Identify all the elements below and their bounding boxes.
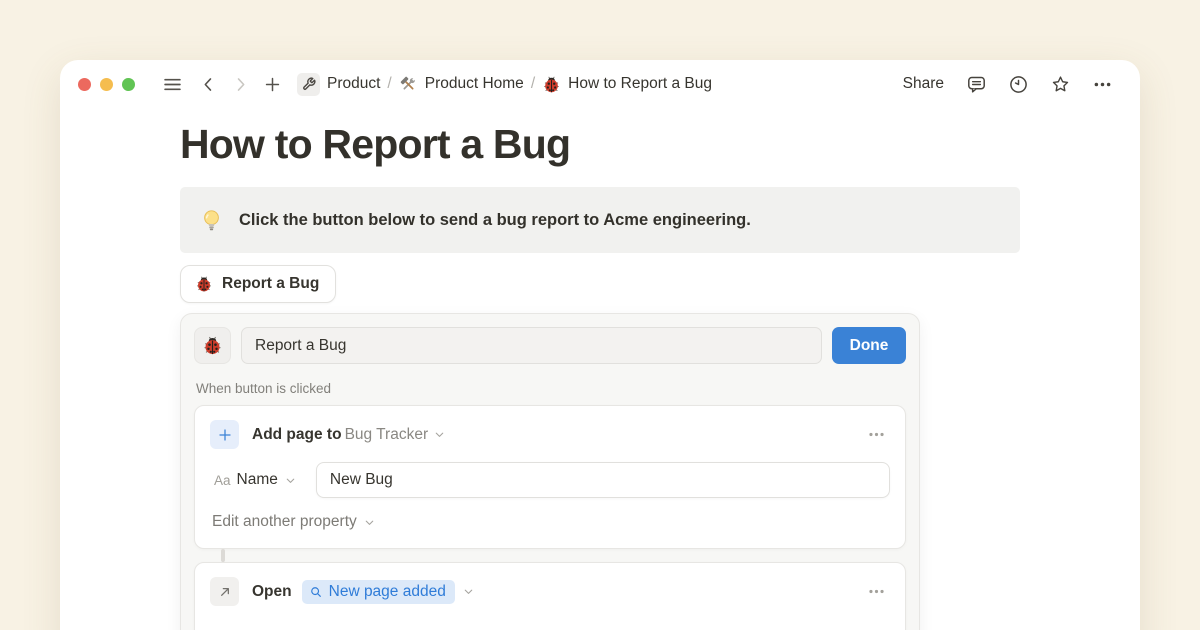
page-title: How to Report a Bug [180, 121, 1020, 168]
close-window-button[interactable] [78, 78, 91, 91]
maximize-window-button[interactable] [122, 78, 135, 91]
titlebar-actions: Share [897, 69, 1118, 99]
back-button[interactable] [195, 71, 221, 97]
breadcrumb: Product / Product Home / How to Report a… [293, 71, 716, 98]
button-editor-panel: Done When button is clicked Add page to … [180, 313, 920, 630]
ladybug-icon [542, 75, 561, 94]
favorite-star-icon[interactable] [1044, 69, 1076, 99]
open-target-label: New page added [329, 583, 446, 601]
open-arrow-icon [210, 577, 239, 606]
property-name: Name [237, 471, 278, 489]
breadcrumb-label: Product [327, 75, 380, 93]
trigger-label: When button is clicked [196, 381, 904, 396]
breadcrumb-item-current-page[interactable]: How to Report a Bug [538, 73, 716, 96]
database-select[interactable]: Bug Tracker [342, 424, 450, 446]
button-icon-picker[interactable] [194, 327, 231, 364]
open-page-step-row: Open New page added [210, 577, 890, 606]
comments-icon[interactable] [960, 69, 992, 99]
hammer-wrench-icon [399, 75, 418, 94]
report-bug-button-label: Report a Bug [222, 275, 319, 293]
step-connector [221, 549, 225, 562]
breadcrumb-separator: / [531, 75, 535, 93]
property-value-input[interactable] [316, 462, 890, 498]
edit-another-property-label: Edit another property [212, 513, 357, 531]
updates-clock-icon[interactable] [1002, 69, 1034, 99]
text-property-type-icon: Aa [214, 473, 231, 488]
search-icon [309, 585, 323, 599]
ladybug-icon [202, 335, 223, 356]
property-row: Aa Name [210, 462, 890, 498]
step-action-label: Add page to [252, 426, 342, 444]
ladybug-icon [195, 275, 213, 293]
page-content: How to Report a Bug Click the button bel… [60, 121, 1140, 630]
chevron-down-icon [433, 428, 446, 441]
window-titlebar: Product / Product Home / How to Report a… [60, 60, 1140, 108]
done-button[interactable]: Done [832, 327, 906, 364]
edit-another-property-button[interactable]: Edit another property [212, 513, 376, 531]
step-action-label: Open [252, 583, 292, 601]
database-name: Bug Tracker [345, 426, 429, 444]
add-page-plus-icon [210, 420, 239, 449]
callout-block: Click the button below to send a bug rep… [180, 187, 1020, 253]
window-controls [78, 78, 135, 91]
open-target-select[interactable]: New page added [302, 580, 455, 604]
new-page-icon[interactable] [259, 71, 285, 97]
step-more-options-icon[interactable] [862, 424, 890, 446]
sidebar-toggle-icon[interactable] [159, 71, 185, 97]
breadcrumb-separator: / [387, 75, 391, 93]
notion-window: Product / Product Home / How to Report a… [60, 60, 1140, 630]
chevron-down-icon [462, 585, 475, 598]
wrench-icon [297, 73, 320, 96]
chevron-down-icon [284, 474, 297, 487]
lightbulb-icon [199, 208, 224, 233]
add-page-step-card: Add page to Bug Tracker Aa Name [194, 405, 906, 549]
add-page-step-row: Add page to Bug Tracker [210, 420, 890, 449]
chevron-down-icon [363, 516, 376, 529]
more-options-icon[interactable] [1086, 69, 1118, 99]
breadcrumb-item-product[interactable]: Product [293, 71, 384, 98]
report-bug-button[interactable]: Report a Bug [180, 265, 336, 303]
breadcrumb-item-product-home[interactable]: Product Home [395, 73, 528, 96]
breadcrumb-label: How to Report a Bug [568, 75, 712, 93]
button-name-input[interactable] [241, 327, 822, 364]
share-button[interactable]: Share [897, 72, 950, 96]
property-select[interactable]: Aa Name [212, 469, 299, 491]
callout-text: Click the button below to send a bug rep… [239, 211, 751, 230]
button-editor-header: Done [194, 327, 906, 364]
minimize-window-button[interactable] [100, 78, 113, 91]
breadcrumb-label: Product Home [425, 75, 524, 93]
open-page-step-card: Open New page added [194, 562, 906, 630]
forward-button[interactable] [227, 71, 253, 97]
step-more-options-icon[interactable] [862, 581, 890, 603]
